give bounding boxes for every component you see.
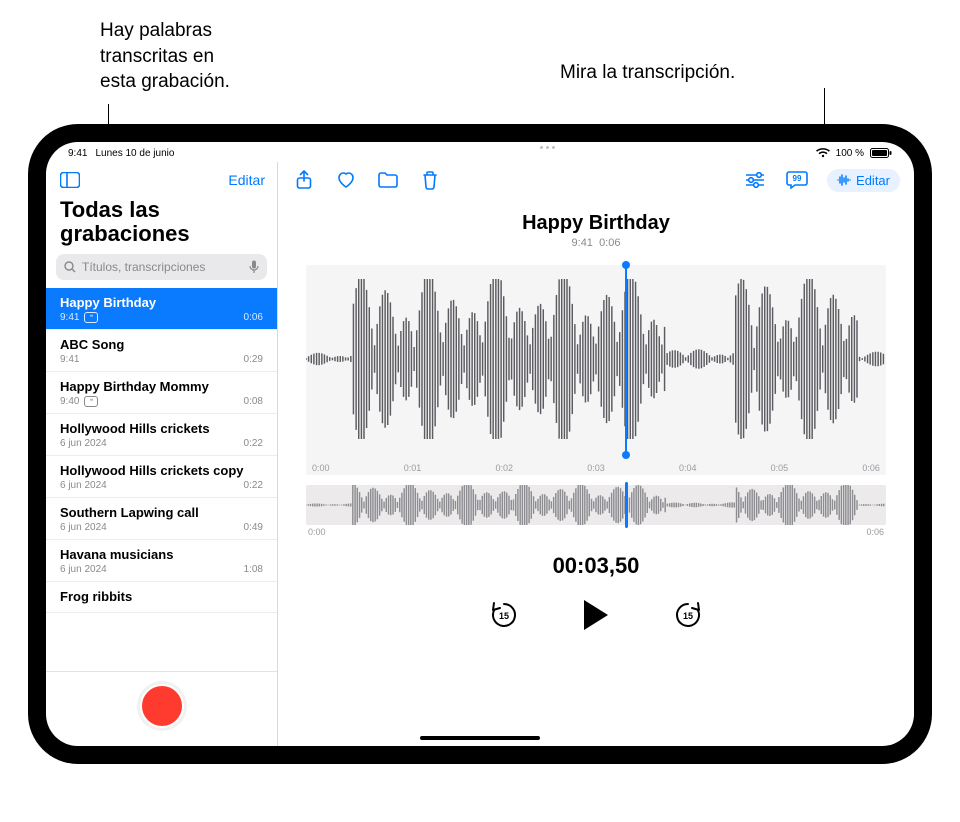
callout-view-transcript: Mira la transcripción.	[560, 60, 735, 86]
status-bar: 9:41 Lunes 10 de junio 100 %	[46, 142, 914, 162]
search-icon	[64, 261, 76, 273]
list-item[interactable]: Hollywood Hills crickets copy 6 jun 2024 0…	[46, 456, 277, 498]
list-item-title: Frog ribbits	[60, 589, 263, 604]
home-indicator[interactable]	[420, 736, 540, 740]
list-item-title: Hollywood Hills crickets copy	[60, 463, 263, 478]
overview-end-time: 0:06	[866, 527, 884, 537]
list-item-title: Southern Lapwing call	[60, 505, 263, 520]
play-button[interactable]	[578, 597, 614, 633]
mic-icon[interactable]	[249, 260, 259, 274]
svg-text:99: 99	[793, 174, 802, 183]
list-item-duration: 0:49	[244, 522, 263, 533]
playhead-overview[interactable]	[625, 482, 628, 528]
list-item[interactable]: Happy Birthday 9:41 ❝ 0:06	[46, 288, 277, 330]
list-item-time: 9:41	[60, 354, 79, 365]
list-item-duration: 0:06	[244, 312, 263, 323]
search-placeholder: Títulos, transcripciones	[82, 260, 205, 274]
list-item[interactable]: Havana musicians 6 jun 2024 1:08	[46, 540, 277, 582]
skip-back-15-button[interactable]: 15	[486, 597, 522, 633]
playback-options-button[interactable]	[743, 168, 767, 192]
tick-label: 0:01	[404, 463, 422, 473]
view-transcript-button[interactable]: 99	[785, 168, 809, 192]
list-item[interactable]: Hollywood Hills crickets 6 jun 2024 0:22	[46, 414, 277, 456]
edit-recording-label: Editar	[856, 173, 890, 188]
tick-label: 0:06	[862, 463, 880, 473]
skip-forward-15-button[interactable]: 15	[670, 597, 706, 633]
list-item-time: 6 jun 2024	[60, 564, 107, 575]
recording-subtitle: 9:41 0:06	[278, 237, 914, 249]
list-item-duration: 0:22	[244, 438, 263, 449]
share-button[interactable]	[292, 168, 316, 192]
record-button[interactable]	[140, 684, 184, 728]
waveform-overview[interactable]: 0:00 0:06	[306, 485, 886, 525]
list-item-duration: 0:22	[244, 480, 263, 491]
transcript-badge-icon: ❝	[84, 312, 98, 323]
tick-label: 0:05	[771, 463, 789, 473]
waveform-edit-icon	[837, 174, 851, 186]
list-item[interactable]: Southern Lapwing call 6 jun 2024 0:49	[46, 498, 277, 540]
svg-text:15: 15	[683, 611, 693, 621]
callout-transcript-badge: Hay palabras transcritas en esta grabaci…	[100, 18, 230, 95]
list-item-duration: 1:08	[244, 564, 263, 575]
delete-button[interactable]	[418, 168, 442, 192]
list-item-title: Havana musicians	[60, 547, 263, 562]
sidebar-edit-button[interactable]: Editar	[228, 172, 265, 188]
time-ruler: 0:00 0:01 0:02 0:03 0:04 0:05 0:06	[306, 463, 886, 473]
list-item[interactable]: Happy Birthday Mommy 9:40 ❝ 0:08	[46, 372, 277, 414]
battery-icon	[870, 148, 892, 158]
statusbar-date: Lunes 10 de junio	[95, 148, 174, 159]
sidebar-toggle-button[interactable]	[58, 168, 82, 192]
list-item[interactable]: Frog ribbits	[46, 582, 277, 613]
wifi-icon	[816, 148, 830, 158]
tick-label: 0:00	[312, 463, 330, 473]
playhead-detail[interactable]	[625, 265, 627, 455]
ipad-frame: 9:41 Lunes 10 de junio 100 %	[28, 124, 932, 764]
multitask-dots[interactable]	[540, 146, 555, 149]
tick-label: 0:04	[679, 463, 697, 473]
recording-title: Happy Birthday	[278, 212, 914, 235]
list-item-title: Hollywood Hills crickets	[60, 421, 263, 436]
timecode: 00:03,50	[278, 553, 914, 579]
list-item-time: 9:40	[60, 396, 79, 407]
list-item-title: ABC Song	[60, 337, 263, 352]
list-item[interactable]: ABC Song 9:41 0:29	[46, 330, 277, 372]
list-item-duration: 0:08	[244, 396, 263, 407]
list-item-duration: 0:29	[244, 354, 263, 365]
list-item-title: Happy Birthday	[60, 295, 263, 310]
svg-text:15: 15	[499, 611, 509, 621]
main-pane: 99 Editar Happy Birthday 9:41 0:06	[278, 162, 914, 746]
search-input[interactable]: Títulos, transcripciones	[56, 254, 267, 280]
favorite-button[interactable]	[334, 168, 358, 192]
list-item-time: 9:41	[60, 312, 79, 323]
edit-recording-button[interactable]: Editar	[827, 169, 900, 192]
transcript-badge-icon: ❝	[84, 396, 98, 407]
statusbar-time: 9:41	[68, 148, 87, 159]
recordings-list: Happy Birthday 9:41 ❝ 0:06 ABC Song 9:41 0:29 H…	[46, 288, 277, 671]
sidebar-title: Todas las grabaciones	[46, 196, 277, 254]
overview-start-time: 0:00	[308, 527, 326, 537]
list-item-time: 6 jun 2024	[60, 438, 107, 449]
list-item-title: Happy Birthday Mommy	[60, 379, 263, 394]
sidebar: Editar Todas las grabaciones Títulos, tr…	[46, 162, 278, 746]
battery-pct: 100 %	[836, 148, 864, 159]
tick-label: 0:02	[495, 463, 513, 473]
list-item-time: 6 jun 2024	[60, 480, 107, 491]
list-item-time: 6 jun 2024	[60, 522, 107, 533]
waveform-detail[interactable]: 0:00 0:01 0:02 0:03 0:04 0:05 0:06	[306, 265, 886, 475]
tick-label: 0:03	[587, 463, 605, 473]
move-to-folder-button[interactable]	[376, 168, 400, 192]
